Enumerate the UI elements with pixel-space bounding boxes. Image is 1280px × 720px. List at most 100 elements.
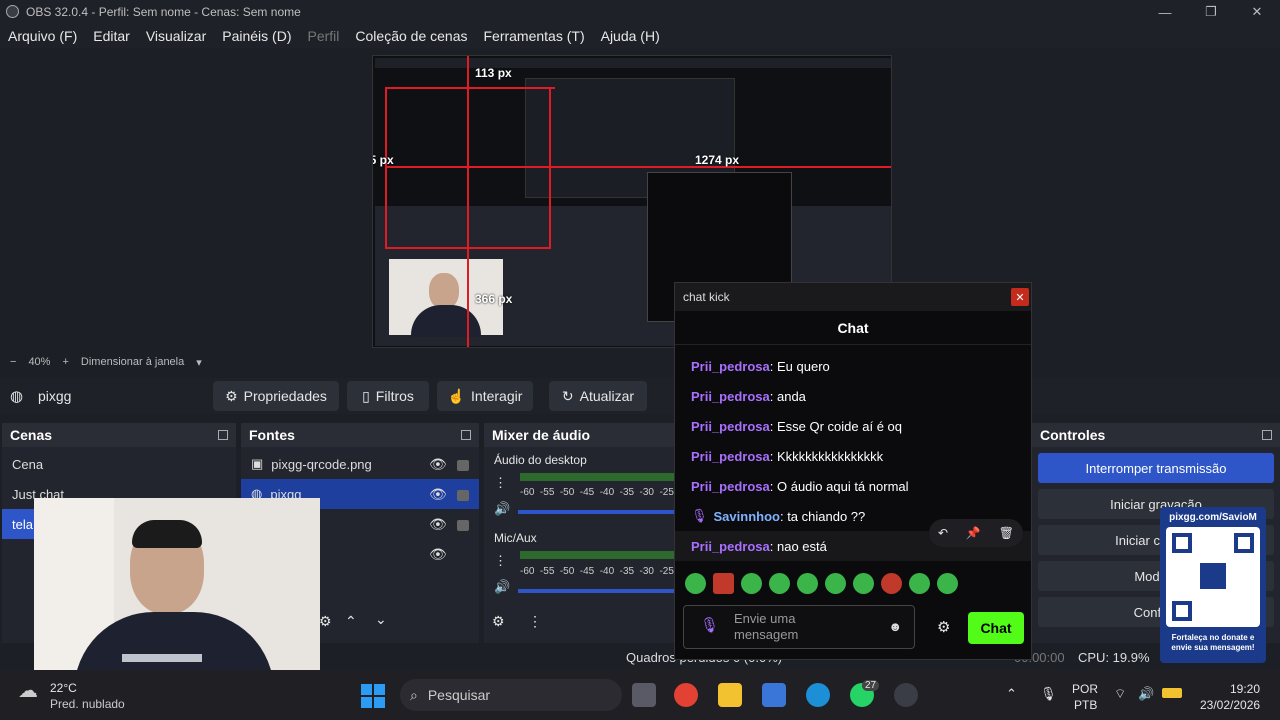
px-label-right: 1274 px	[695, 153, 740, 167]
emote-icon[interactable]	[741, 573, 762, 594]
windows-start-icon[interactable]	[361, 684, 385, 708]
selected-source-name: pixgg	[38, 388, 72, 404]
chevron-up-icon[interactable]: ⌃	[1006, 686, 1017, 702]
lang-secondary[interactable]: PTB	[1074, 698, 1097, 712]
obs-logo-icon	[6, 5, 19, 18]
mic-icon[interactable]: 🎙	[1040, 686, 1057, 702]
source-item-qrcode[interactable]: ▣ pixgg-qrcode.png 👁	[241, 449, 479, 479]
reply-icon[interactable]: ↶	[938, 526, 948, 540]
clock-time[interactable]: 19:20	[1230, 682, 1260, 696]
undock-icon[interactable]	[1262, 430, 1272, 440]
chat-window: chat kick ✕ Chat Prii_pedrosa: Eu quero …	[674, 282, 1032, 660]
lock-icon[interactable]	[457, 520, 469, 531]
message-actions: ↶ 📌 🗑	[929, 519, 1023, 547]
chat-message: Prii_pedrosa: anda	[691, 388, 806, 404]
volume-icon[interactable]: 🔊	[1138, 686, 1154, 702]
file-explorer-icon[interactable]	[718, 683, 742, 707]
zoom-in-button[interactable]: +	[62, 356, 68, 368]
speaker-icon[interactable]: 🔊	[494, 579, 510, 595]
refresh-icon: ↻	[561, 387, 574, 404]
chrome-icon[interactable]	[674, 683, 698, 707]
taskbar-search[interactable]: ⌕ Pesquisar	[400, 679, 622, 711]
window-title: OBS 32.0.4 - Perfil: Sem nome - Cenas: S…	[26, 5, 301, 19]
mic-volume-slider[interactable]	[518, 589, 674, 593]
emote-icon[interactable]	[797, 573, 818, 594]
menu-colecao-cenas[interactable]: Coleção de cenas	[355, 28, 467, 44]
mic-icon[interactable]: 🎙	[700, 618, 719, 634]
source-settings-icon[interactable]: ⚙	[319, 613, 332, 630]
lock-icon[interactable]	[457, 490, 469, 501]
mixer-channel-desktop-label: Áudio do desktop	[494, 453, 587, 467]
emote-icon[interactable]	[769, 573, 790, 594]
emoji-icon[interactable]: ☻	[888, 619, 902, 635]
minimize-button[interactable]: —	[1142, 0, 1188, 24]
eye-icon[interactable]: 👁	[429, 546, 447, 563]
speaker-icon[interactable]: 🔊	[494, 501, 510, 517]
mic-level-meter	[520, 551, 674, 559]
desktop-menu-icon[interactable]: ⋮	[494, 475, 507, 491]
clock-date[interactable]: 23/02/2026	[1200, 698, 1260, 712]
menu-visualizar[interactable]: Visualizar	[146, 28, 206, 44]
close-button[interactable]: ✕	[1234, 0, 1280, 24]
task-view-icon[interactable]	[632, 683, 656, 707]
undock-icon[interactable]	[218, 430, 228, 440]
filters-button[interactable]: ▯ Filtros	[347, 381, 429, 411]
move-down-icon[interactable]: ⌄	[375, 611, 387, 628]
stop-stream-button[interactable]: Interromper transmissão	[1038, 453, 1274, 483]
scenes-header: Cenas	[2, 423, 236, 447]
menu-editar[interactable]: Editar	[93, 28, 130, 44]
zoom-out-button[interactable]: −	[10, 356, 16, 368]
menu-perfil[interactable]: Perfil	[308, 28, 340, 44]
scene-item-cena[interactable]: Cena	[2, 449, 236, 479]
mixer-menu-icon[interactable]: ⋮	[528, 613, 542, 630]
weather-temp[interactable]: 22°C	[50, 681, 77, 695]
mixer-settings-icon[interactable]: ⚙	[492, 613, 505, 630]
chat-send-button[interactable]: Chat	[968, 612, 1024, 644]
edge-icon[interactable]	[806, 683, 830, 707]
emote-icon[interactable]	[937, 573, 958, 594]
chat-message: Prii_pedrosa: Kkkkkkkkkkkkkkkk	[691, 448, 884, 464]
menu-ferramentas[interactable]: Ferramentas (T)	[483, 28, 584, 44]
pin-icon[interactable]: 📌	[966, 526, 981, 540]
emote-icon[interactable]	[881, 573, 902, 594]
zoom-fit-select[interactable]: Dimensionar à janela	[81, 356, 184, 368]
eye-icon[interactable]: 👁	[429, 456, 447, 473]
weather-icon[interactable]: ☁	[18, 678, 38, 703]
wifi-icon[interactable]: ⌔	[1114, 686, 1126, 702]
px-label-left: 45 px	[373, 153, 394, 167]
lang-primary[interactable]: POR	[1072, 682, 1098, 696]
interact-button[interactable]: ☝ Interagir	[437, 381, 533, 411]
chat-message-input[interactable]: 🎙 Envie uma mensagem ☻	[683, 605, 915, 649]
emote-icon[interactable]	[685, 573, 706, 594]
store-icon[interactable]	[762, 683, 786, 707]
properties-button[interactable]: ⚙ Propriedades	[213, 381, 339, 411]
qr-caption: Fortaleça no donate e envie sua mensagem…	[1171, 633, 1255, 652]
menu-paineis[interactable]: Painéis (D)	[222, 28, 291, 44]
close-icon[interactable]: ✕	[1011, 288, 1029, 306]
qr-donate-panel: pixgg.com/SavioM Fortaleça no donate e e…	[1160, 507, 1266, 663]
emote-icon[interactable]	[853, 573, 874, 594]
emote-icon[interactable]	[713, 573, 734, 594]
menu-arquivo[interactable]: Arquivo (F)	[8, 28, 77, 44]
gear-icon[interactable]: ⚙	[937, 618, 950, 636]
lock-icon[interactable]	[457, 460, 469, 471]
maximize-button[interactable]: ❐	[1188, 0, 1234, 24]
chat-header: Chat	[675, 311, 1031, 345]
source-toolbar: ◍ pixgg ⚙ Propriedades ▯ Filtros ☝ Interagi…	[0, 378, 1280, 414]
emote-icon[interactable]	[825, 573, 846, 594]
emote-icon[interactable]	[909, 573, 930, 594]
eye-icon[interactable]: 👁	[429, 516, 447, 533]
obs-icon[interactable]	[894, 683, 918, 707]
desktop-volume-slider[interactable]	[518, 510, 674, 514]
mic-menu-icon[interactable]: ⋮	[494, 553, 507, 569]
eye-icon[interactable]: 👁	[429, 486, 447, 503]
trash-icon[interactable]: 🗑	[999, 526, 1014, 540]
move-up-icon[interactable]: ⌃	[345, 613, 357, 630]
refresh-button[interactable]: ↻ Atualizar	[549, 381, 647, 411]
cpu-usage: CPU: 19.9%	[1078, 650, 1150, 665]
battery-icon[interactable]	[1162, 688, 1182, 698]
weather-desc[interactable]: Pred. nublado	[50, 697, 125, 711]
menu-ajuda[interactable]: Ajuda (H)	[601, 28, 660, 44]
chevron-down-icon[interactable]: ▾	[196, 356, 202, 369]
undock-icon[interactable]	[461, 430, 471, 440]
